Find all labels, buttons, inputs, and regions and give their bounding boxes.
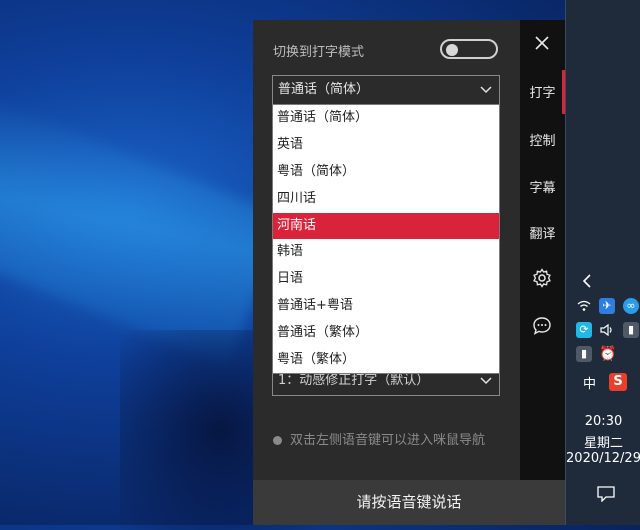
language-option[interactable]: 英语 xyxy=(273,132,499,159)
clock-date[interactable]: 2020/12/29 xyxy=(566,451,640,466)
toggle-knob xyxy=(446,44,458,56)
language-option[interactable]: 日语 xyxy=(273,266,499,293)
language-option[interactable]: 普通话（繁体） xyxy=(273,320,499,347)
language-option[interactable]: 粤语（简体） xyxy=(273,159,499,186)
chevron-down-icon xyxy=(480,86,492,94)
alarm-clock-icon[interactable]: ⏰ xyxy=(599,346,616,362)
clock-time[interactable]: 20:30 xyxy=(566,414,640,429)
typing-mode-toggle[interactable] xyxy=(440,39,498,59)
chevron-left-icon[interactable] xyxy=(580,273,594,289)
mouse-device-icon[interactable]: ▮ xyxy=(576,346,592,362)
language-option[interactable]: 普通话（简体） xyxy=(273,105,499,132)
language-select-value: 普通话（简体） xyxy=(278,82,370,97)
volume-icon[interactable] xyxy=(599,322,615,338)
navigation-hint: 双击左侧语音键可以进入咪鼠导航 xyxy=(273,431,513,451)
tab-subtitles[interactable]: 字幕 xyxy=(520,177,565,196)
voice-input-panel: 切换到打字模式 普通话（简体） 1：动感修正打字（默认） 普通话（简体） 英语 … xyxy=(253,20,520,525)
sync-app-icon[interactable]: ⟳ xyxy=(576,322,592,338)
tab-control[interactable]: 控制 xyxy=(520,130,565,149)
bullet-icon xyxy=(273,436,282,445)
ime-indicator[interactable]: 中 xyxy=(583,373,596,392)
voice-panel-nav: 打字 控制 字幕 翻译 xyxy=(520,20,565,480)
feedback-icon[interactable] xyxy=(532,316,552,336)
sogou-ime-icon[interactable]: S xyxy=(609,373,627,391)
language-option[interactable]: 四川话 xyxy=(273,186,499,213)
language-option[interactable]: 粤语（繁体） xyxy=(273,347,499,374)
close-icon[interactable] xyxy=(531,32,553,54)
typing-mode-label: 切换到打字模式 xyxy=(273,45,365,60)
language-option[interactable]: 普通话+粤语 xyxy=(273,293,499,320)
language-dropdown-list: 普通话（简体） 英语 粤语（简体） 四川话 河南话 韩语 日语 普通话+粤语 普… xyxy=(272,104,500,374)
language-option[interactable]: 韩语 xyxy=(273,239,499,266)
clock-weekday[interactable]: 星期二 xyxy=(566,432,640,451)
navigation-hint-text: 双击左侧语音键可以进入咪鼠导航 xyxy=(290,433,486,448)
typing-mode-select-value: 1：动感修正打字（默认） xyxy=(278,373,430,388)
mouse-app-icon[interactable]: ▮ xyxy=(623,322,639,338)
language-select[interactable]: 普通话（简体） xyxy=(272,75,500,105)
wifi-icon[interactable] xyxy=(576,298,592,314)
gear-icon[interactable] xyxy=(532,268,552,288)
notification-icon[interactable] xyxy=(597,486,615,502)
tab-translate[interactable]: 翻译 xyxy=(520,223,565,242)
push-to-talk-button[interactable]: 请按语音键说话 xyxy=(253,480,565,525)
cloud-app-icon[interactable]: ∞ xyxy=(623,298,639,314)
wallpaper-highlight xyxy=(0,94,288,366)
bird-app-icon[interactable]: ✈ xyxy=(599,298,615,314)
tab-typing[interactable]: 打字 xyxy=(520,70,565,114)
taskbar: ✈ ∞ ⟳ ▮ ▮ ⏰ 中 S 20:30 星期二 2020/12/29 xyxy=(565,0,640,525)
language-option-selected[interactable]: 河南话 xyxy=(273,212,499,240)
